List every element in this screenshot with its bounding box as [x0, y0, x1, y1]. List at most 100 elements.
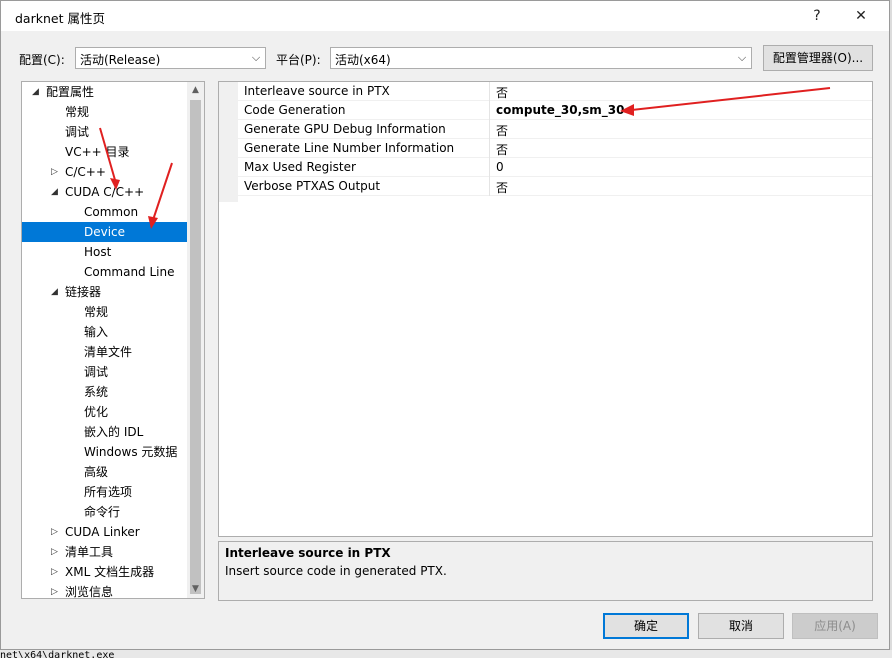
expand-icon[interactable]: ▷ [51, 582, 58, 598]
tree-item[interactable]: 所有选项 [22, 482, 187, 502]
tree-item[interactable]: ▷ 清单工具 [22, 542, 187, 562]
tree-item-label: 常规 [65, 105, 90, 119]
tree-item-label: Command Line [84, 265, 175, 279]
expand-icon[interactable]: ▷ [51, 162, 58, 182]
grid-column-divider[interactable] [489, 82, 490, 196]
chevron-down-icon: ⌵ [737, 51, 747, 64]
tree-item-label: 浏览信息 [65, 585, 114, 599]
background-console-text: net\x64\darknet.exe [0, 650, 892, 658]
description-pane: Interleave source in PTX Insert source c… [218, 541, 873, 601]
tree-item-label: 调试 [65, 125, 90, 139]
tree-item[interactable]: 命令行 [22, 502, 187, 522]
property-pages-dialog: darknet 属性页 ? ✕ 配置(C): 活动(Release) ⌵ 平台(… [0, 0, 890, 650]
description-text: Insert source code in generated PTX. [225, 564, 447, 578]
tree-item[interactable]: 清单文件 [22, 342, 187, 362]
collapse-icon[interactable]: ◢ [51, 282, 58, 302]
tree-item-label: 清单文件 [84, 345, 133, 359]
tree-item-label: 链接器 [65, 285, 102, 299]
tree-item[interactable]: Windows 元数据 [22, 442, 187, 462]
property-row[interactable]: Generate Line Number Information 否 [219, 139, 872, 158]
tree-item[interactable]: ▷ 浏览信息 [22, 582, 187, 599]
tree-item-label: Host [84, 245, 112, 259]
tree-item[interactable]: Device [22, 222, 187, 242]
tree-item-label: 命令行 [84, 505, 121, 519]
tree-item-label: Device [84, 225, 126, 239]
tree-item[interactable]: ◢ 链接器 [22, 282, 187, 302]
property-name: Verbose PTXAS Output [244, 179, 381, 193]
scroll-up-icon[interactable]: ▲ [187, 82, 204, 99]
tree-item-label: Windows 元数据 [84, 445, 178, 459]
tree-item[interactable]: 优化 [22, 402, 187, 422]
scroll-down-icon[interactable]: ▼ [187, 581, 204, 598]
tree-item[interactable]: 嵌入的 IDL [22, 422, 187, 442]
config-dropdown[interactable]: 活动(Release) ⌵ [75, 47, 266, 69]
tree-item[interactable]: ▷ C/C++ [22, 162, 187, 182]
tree-item-label: CUDA C/C++ [65, 185, 145, 199]
scroll-thumb[interactable] [190, 100, 201, 594]
config-label: 配置(C): [19, 53, 65, 67]
property-name: Generate GPU Debug Information [244, 122, 446, 136]
property-grid: Interleave source in PTX 否 Code Generation… [218, 81, 873, 537]
tree-item-label: 清单工具 [65, 545, 114, 559]
property-value[interactable]: compute_30,sm_30 [496, 103, 624, 117]
collapse-icon[interactable]: ◢ [32, 82, 39, 102]
tree-item-label: 调试 [84, 365, 109, 379]
property-value[interactable]: 否 [496, 122, 508, 139]
collapse-icon[interactable]: ◢ [51, 182, 58, 202]
tree-item[interactable]: 高级 [22, 462, 187, 482]
expand-icon[interactable]: ▷ [51, 542, 58, 562]
tree-item-label: 常规 [84, 305, 109, 319]
property-row[interactable]: Verbose PTXAS Output 否 [219, 177, 872, 196]
apply-button: 应用(A) [792, 613, 878, 639]
tree-item-label: 配置属性 [46, 85, 95, 99]
description-title: Interleave source in PTX [225, 546, 391, 560]
property-row[interactable]: Interleave source in PTX 否 [219, 82, 872, 101]
title-bar: darknet 属性页 ? ✕ [1, 1, 889, 31]
tree-item[interactable]: Common [22, 202, 187, 222]
cancel-button[interactable]: 取消 [698, 613, 784, 639]
tree-item[interactable]: Command Line [22, 262, 187, 282]
tree-item-label: 嵌入的 IDL [84, 425, 144, 439]
tree-item-label: 系统 [84, 385, 109, 399]
tree-item-label: 所有选项 [84, 485, 133, 499]
configuration-manager-button[interactable]: 配置管理器(O)... [763, 45, 873, 71]
property-tree[interactable]: ◢ 配置属性 常规 调试 VC++ 目录 ▷ C/C++ ◢ CUDA C/C++ Common D… [21, 81, 205, 599]
platform-value: 活动(x64) [335, 53, 391, 67]
property-name: Code Generation [244, 103, 346, 117]
tree-item-label: C/C++ [65, 165, 106, 179]
tree-item[interactable]: 调试 [22, 122, 187, 142]
expand-icon[interactable]: ▷ [51, 562, 58, 582]
tree-item[interactable]: 输入 [22, 322, 187, 342]
tree-item[interactable]: VC++ 目录 [22, 142, 187, 162]
property-row[interactable]: Generate GPU Debug Information 否 [219, 120, 872, 139]
close-button[interactable]: ✕ [841, 5, 881, 27]
tree-item-label: CUDA Linker [65, 525, 140, 539]
tree-item-label: 输入 [84, 325, 109, 339]
tree-item[interactable]: ▷ CUDA Linker [22, 522, 187, 542]
tree-item[interactable]: 常规 [22, 102, 187, 122]
chevron-down-icon: ⌵ [251, 51, 261, 64]
tree-item[interactable]: 系统 [22, 382, 187, 402]
platform-dropdown[interactable]: 活动(x64) ⌵ [330, 47, 752, 69]
window-title: darknet 属性页 [15, 11, 105, 26]
property-row[interactable]: Code Generation compute_30,sm_30 [219, 101, 872, 120]
ok-button[interactable]: 确定 [603, 613, 689, 639]
property-value[interactable]: 否 [496, 141, 508, 158]
property-value[interactable]: 否 [496, 179, 508, 196]
console-line: net\x64\darknet.exe [0, 650, 115, 658]
property-value[interactable]: 0 [496, 160, 504, 174]
tree-item[interactable]: ▷ XML 文档生成器 [22, 562, 187, 582]
tree-item-label: XML 文档生成器 [65, 565, 155, 579]
tree-item[interactable]: ◢ CUDA C/C++ [22, 182, 187, 202]
tree-item[interactable]: Host [22, 242, 187, 262]
config-value: 活动(Release) [80, 53, 161, 67]
tree-item[interactable]: 常规 [22, 302, 187, 322]
tree-item-label: Common [84, 205, 139, 219]
property-value[interactable]: 否 [496, 84, 508, 101]
tree-scrollbar[interactable]: ▲ ▼ [187, 82, 204, 598]
tree-item[interactable]: ◢ 配置属性 [22, 82, 187, 102]
expand-icon[interactable]: ▷ [51, 522, 58, 542]
property-row[interactable]: Max Used Register 0 [219, 158, 872, 177]
help-button[interactable]: ? [797, 5, 837, 27]
tree-item[interactable]: 调试 [22, 362, 187, 382]
